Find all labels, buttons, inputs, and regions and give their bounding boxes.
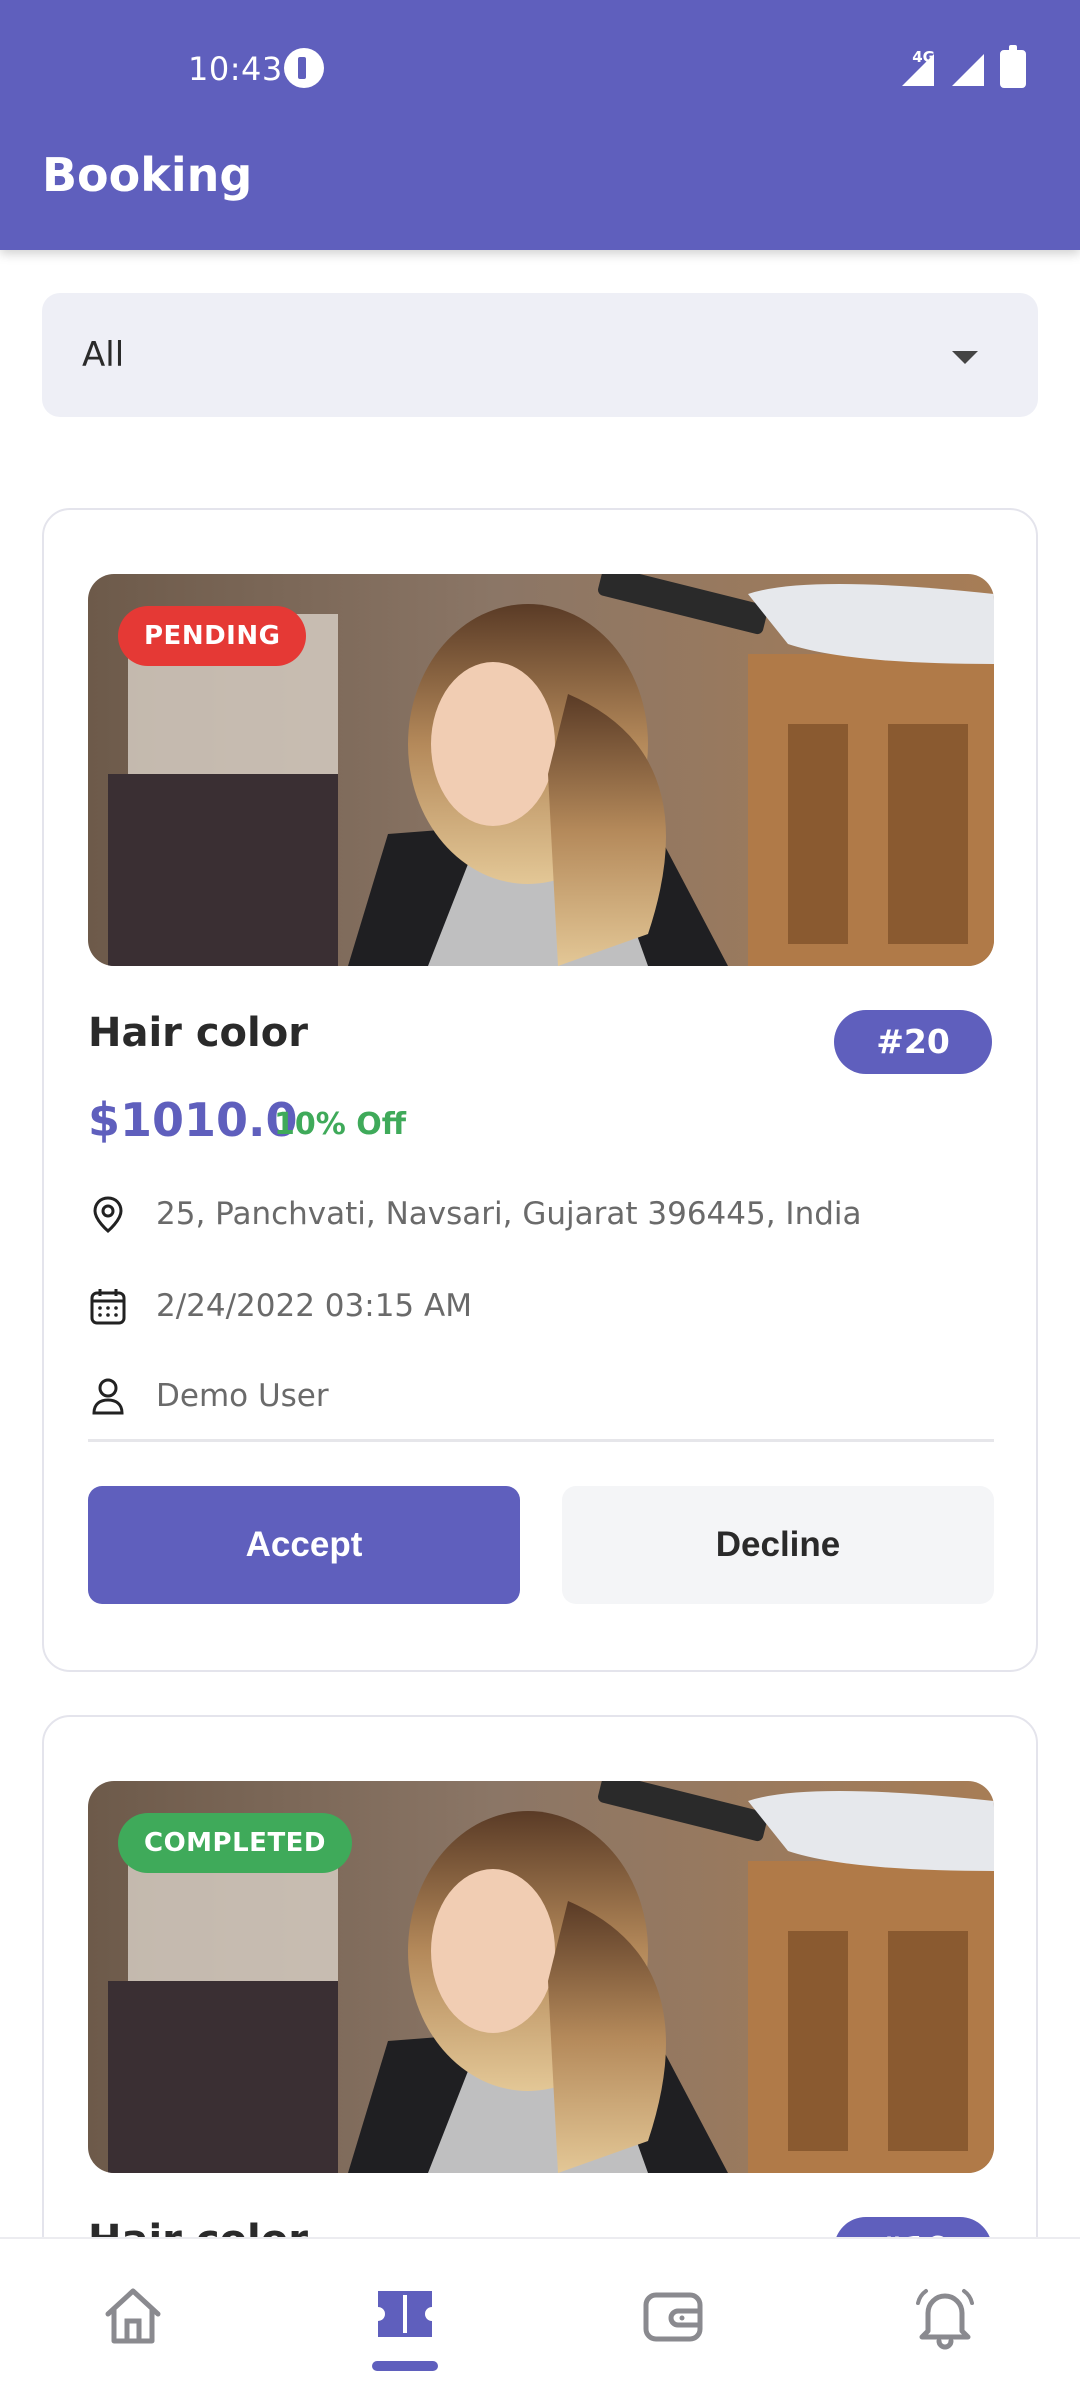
decline-button[interactable]: Decline xyxy=(562,1486,994,1604)
address-text: 25, Panchvati, Navsari, Gujarat 396445, … xyxy=(156,1196,862,1232)
bottom-navigation xyxy=(0,2237,1080,2400)
calendar-icon xyxy=(90,1289,126,1325)
signal-icon xyxy=(952,54,984,86)
service-photo: COMPLETED xyxy=(88,1781,994,2173)
service-photo: PENDING xyxy=(88,574,994,966)
accept-button[interactable]: Accept xyxy=(88,1486,520,1604)
chevron-down-icon xyxy=(952,351,978,364)
divider xyxy=(88,1439,994,1442)
status-badge: COMPLETED xyxy=(118,1813,353,1873)
customer-name: Demo User xyxy=(156,1378,329,1414)
datetime-text: 2/24/2022 03:15 AM xyxy=(156,1288,472,1324)
booking-icon[interactable] xyxy=(370,2281,440,2351)
notification-bell-icon[interactable] xyxy=(910,2281,980,2351)
app-bar: 10:43 4G Booking xyxy=(0,0,1080,250)
address-row: 25, Panchvati, Navsari, Gujarat 396445, … xyxy=(88,1194,862,1234)
customer-row: Demo User xyxy=(88,1376,329,1416)
wallet-icon[interactable] xyxy=(638,2281,708,2351)
page-title: Booking xyxy=(42,148,253,202)
status-icons xyxy=(900,45,1026,88)
app-notification-icon xyxy=(284,48,324,88)
datetime-row: 2/24/2022 03:15 AM xyxy=(88,1286,472,1326)
user-icon xyxy=(92,1378,124,1415)
discount-label: 10% Off xyxy=(274,1107,407,1142)
location-pin-icon xyxy=(93,1196,123,1233)
status-filter-dropdown[interactable]: All xyxy=(42,293,1038,417)
filter-selected-value: All xyxy=(82,335,125,375)
active-tab-indicator xyxy=(372,2361,438,2371)
booking-card[interactable]: PENDING Hair color #20 $1010.0 10% Off 2… xyxy=(42,508,1038,1672)
status-time: 10:43 xyxy=(188,50,283,88)
home-icon[interactable] xyxy=(98,2281,168,2351)
booking-id-badge: #20 xyxy=(834,1010,992,1074)
battery-charging-icon xyxy=(1000,45,1026,88)
status-badge: PENDING xyxy=(118,606,307,666)
booking-price: $1010.0 xyxy=(88,1093,298,1147)
service-title: Hair color xyxy=(88,1010,308,1056)
signal-icon xyxy=(902,54,934,86)
